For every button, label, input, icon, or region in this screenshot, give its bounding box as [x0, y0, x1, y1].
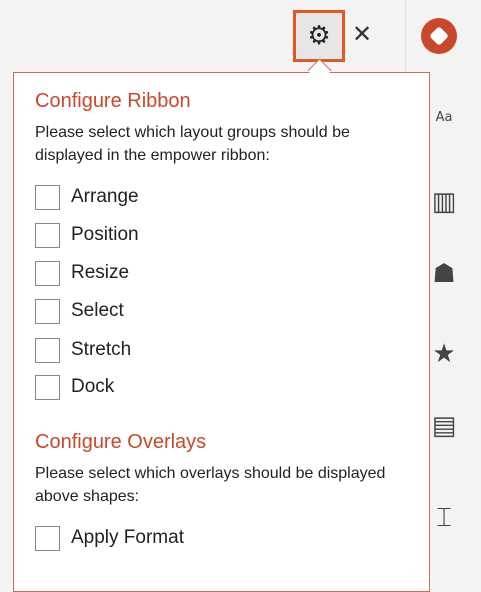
- close-button[interactable]: ✕: [348, 14, 376, 54]
- option-resize[interactable]: Resize: [35, 258, 129, 288]
- stretch-checkbox[interactable]: [35, 337, 60, 363]
- card-icon[interactable]: ▤: [426, 408, 462, 444]
- arrange-checkbox[interactable]: [35, 184, 60, 210]
- overlays-section-description: Please select which overlays should be d…: [35, 465, 386, 505]
- option-select[interactable]: Select: [35, 296, 124, 326]
- option-position[interactable]: Position: [35, 220, 139, 250]
- settings-button[interactable]: ⚙: [293, 10, 345, 62]
- ribbon-section-description: Please select which layout groups should…: [35, 124, 350, 164]
- overlays-section-title: Configure Overlays: [35, 431, 207, 453]
- gear-icon: ⚙: [307, 21, 331, 51]
- resize-checkbox[interactable]: [35, 260, 60, 286]
- option-label: Apply Format: [71, 527, 184, 548]
- option-label: Select: [71, 300, 124, 321]
- ribbon-section-title: Configure Ribbon: [35, 90, 191, 112]
- star-icon[interactable]: ★: [426, 336, 462, 372]
- option-apply-format[interactable]: Apply Format: [35, 523, 184, 553]
- app-logo[interactable]: [421, 18, 457, 54]
- close-icon: ✕: [351, 20, 373, 48]
- select-checkbox[interactable]: [35, 298, 60, 324]
- books-icon[interactable]: ▥: [426, 184, 462, 220]
- option-label: Resize: [71, 262, 130, 283]
- option-label: Dock: [71, 376, 115, 397]
- option-label: Position: [71, 224, 139, 245]
- option-label: Stretch: [71, 339, 132, 360]
- position-checkbox[interactable]: [35, 222, 60, 248]
- settings-panel: Configure Ribbon Please select which lay…: [13, 72, 430, 592]
- apply-format-checkbox[interactable]: [35, 525, 60, 551]
- text-frame-icon[interactable]: ⌶: [426, 500, 462, 536]
- font-icon[interactable]: Aa: [426, 100, 462, 136]
- people-icon[interactable]: ☗: [426, 256, 462, 292]
- option-stretch[interactable]: Stretch: [35, 335, 131, 365]
- option-label: Arrange: [71, 186, 139, 207]
- dock-checkbox[interactable]: [35, 374, 60, 400]
- option-arrange[interactable]: Arrange: [35, 182, 139, 212]
- option-dock[interactable]: Dock: [35, 372, 114, 402]
